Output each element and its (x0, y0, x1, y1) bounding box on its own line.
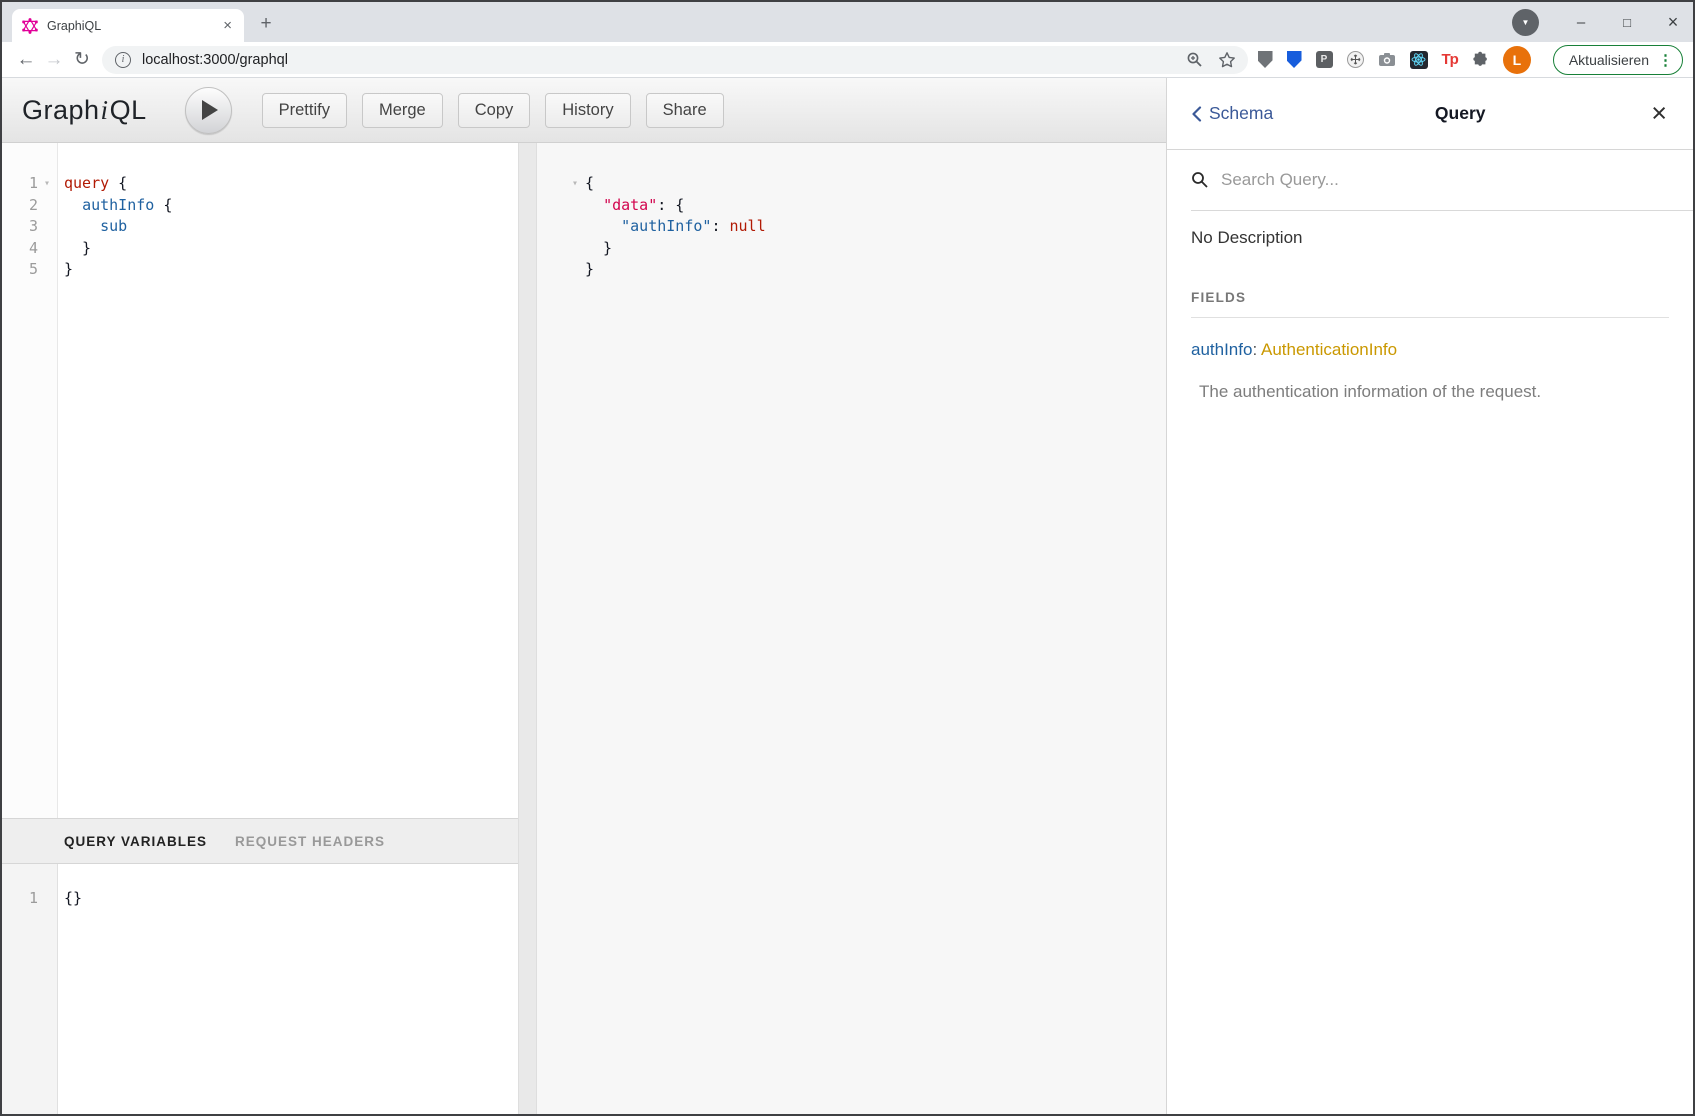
doc-content: No Description FIELDS authInfo: Authenti… (1167, 211, 1693, 1114)
history-button[interactable]: History (545, 93, 630, 128)
page-info-icon[interactable]: i (115, 52, 131, 68)
ublock-shield-icon[interactable] (1258, 51, 1273, 68)
execute-query-button[interactable] (185, 87, 232, 134)
react-devtools-icon[interactable] (1410, 51, 1428, 69)
new-tab-button[interactable]: + (252, 10, 280, 38)
code-line: ▾{ (565, 173, 1166, 195)
tp-extension-icon[interactable]: Tp (1442, 51, 1458, 68)
code-line: 5} (2, 259, 518, 281)
extensions-row: P Tp L (1258, 46, 1531, 74)
p-badge-icon[interactable]: P (1316, 51, 1333, 68)
fold-marker-icon[interactable]: ▾ (565, 173, 585, 195)
code-line: 2 authInfo { (2, 195, 518, 217)
type-description: No Description (1191, 228, 1669, 248)
fold-marker-icon (565, 259, 585, 281)
code-line: 4 } (2, 238, 518, 260)
field-entry: authInfo: AuthenticationInfo (1191, 340, 1669, 360)
fields-category-title: FIELDS (1191, 290, 1669, 318)
profile-avatar[interactable]: L (1503, 46, 1531, 74)
url-text[interactable]: localhost:3000/graphql (142, 52, 1186, 68)
type-name-link[interactable]: AuthenticationInfo (1261, 340, 1397, 359)
fold-marker-icon[interactable]: ▾ (38, 173, 56, 195)
variables-titlebar: QUERY VARIABLES REQUEST HEADERS (2, 818, 518, 864)
back-button[interactable]: ← (12, 49, 40, 71)
field-name-link[interactable]: authInfo (1191, 340, 1252, 359)
fold-marker-icon (565, 238, 585, 260)
search-icon (1191, 171, 1209, 189)
graphql-favicon-icon (22, 18, 38, 34)
tab-close-icon[interactable]: × (219, 17, 236, 34)
merge-button[interactable]: Merge (362, 93, 443, 128)
extensions-puzzle-icon[interactable] (1472, 51, 1489, 68)
fold-marker-icon (565, 195, 585, 217)
code-line: 3 sub (2, 216, 518, 238)
tab-query-variables[interactable]: QUERY VARIABLES (64, 834, 207, 849)
doc-close-icon[interactable]: × (1647, 100, 1671, 127)
chevron-left-icon (1191, 106, 1202, 122)
reload-button[interactable]: ↻ (68, 48, 96, 71)
graphiql-logo: GraphiQL (22, 95, 147, 126)
window-close-button[interactable]: × (1661, 12, 1685, 33)
code-line: "authInfo": null (565, 216, 1166, 238)
doc-explorer-header: Schema Query × (1167, 78, 1693, 150)
tab-strip: GraphiQL × + ▼ – □ × (2, 2, 1693, 42)
pane-resize-handle[interactable] (518, 143, 537, 1114)
query-pane: 1▾query {2 authInfo {3 sub4 }5} QUERY VA… (2, 143, 518, 1114)
doc-back-link[interactable]: Schema (1191, 103, 1273, 124)
bitwarden-shield-icon[interactable] (1287, 51, 1302, 68)
fold-marker-icon (38, 195, 56, 217)
forward-button: → (40, 49, 68, 71)
doc-search-bar[interactable] (1191, 150, 1693, 211)
doc-title: Query (1273, 103, 1647, 124)
code-line: } (565, 259, 1166, 281)
camera-icon[interactable] (1378, 52, 1396, 67)
address-bar[interactable]: i localhost:3000/graphql (102, 46, 1248, 74)
fold-marker-icon (565, 216, 585, 238)
window-minimize-button[interactable]: – (1569, 14, 1593, 31)
browser-toolbar: ← → ↻ i localhost:3000/graphql P (2, 42, 1693, 78)
code-line: "data": { (565, 195, 1166, 217)
query-editor[interactable]: 1▾query {2 authInfo {3 sub4 }5} (2, 143, 518, 818)
graphiql-page: GraphiQL Prettify Merge Copy History Sha… (2, 78, 1693, 1114)
doc-search-input[interactable] (1221, 170, 1693, 190)
graphiql-topbar: GraphiQL Prettify Merge Copy History Sha… (2, 78, 1166, 143)
move-tool-icon[interactable] (1347, 51, 1364, 68)
window-maximize-button[interactable]: □ (1615, 15, 1639, 30)
code-line: 1▾query { (2, 173, 518, 195)
prettify-button[interactable]: Prettify (262, 93, 347, 128)
fold-marker-icon (38, 216, 56, 238)
play-icon (202, 100, 218, 120)
update-extension-button[interactable]: Aktualisieren ⋮ (1553, 45, 1683, 75)
doc-explorer: Schema Query × No Description FIELDS aut… (1166, 78, 1693, 1114)
code-line: 1{} (2, 888, 518, 910)
share-button[interactable]: Share (646, 93, 724, 128)
browser-tab-graphiql[interactable]: GraphiQL × (12, 9, 244, 42)
browser-window: GraphiQL × + ▼ – □ × ← → ↻ i localhost:3… (0, 0, 1695, 1116)
tab-request-headers[interactable]: REQUEST HEADERS (235, 834, 385, 849)
fold-marker-icon (38, 238, 56, 260)
field-description: The authentication information of the re… (1191, 382, 1669, 402)
tab-title: GraphiQL (47, 19, 219, 33)
result-viewer: ▾{ "data": { "authInfo": null }} (537, 143, 1166, 1114)
copy-button[interactable]: Copy (458, 93, 531, 128)
tab-search-button[interactable]: ▼ (1512, 9, 1539, 36)
zoom-icon[interactable] (1186, 51, 1203, 68)
pill-menu-icon[interactable]: ⋮ (1658, 51, 1673, 69)
variables-editor[interactable]: 1{} (2, 864, 518, 1114)
fold-marker-icon (38, 259, 56, 281)
code-line: } (565, 238, 1166, 260)
fold-marker-icon (38, 888, 56, 910)
bookmark-star-icon[interactable] (1218, 51, 1236, 69)
